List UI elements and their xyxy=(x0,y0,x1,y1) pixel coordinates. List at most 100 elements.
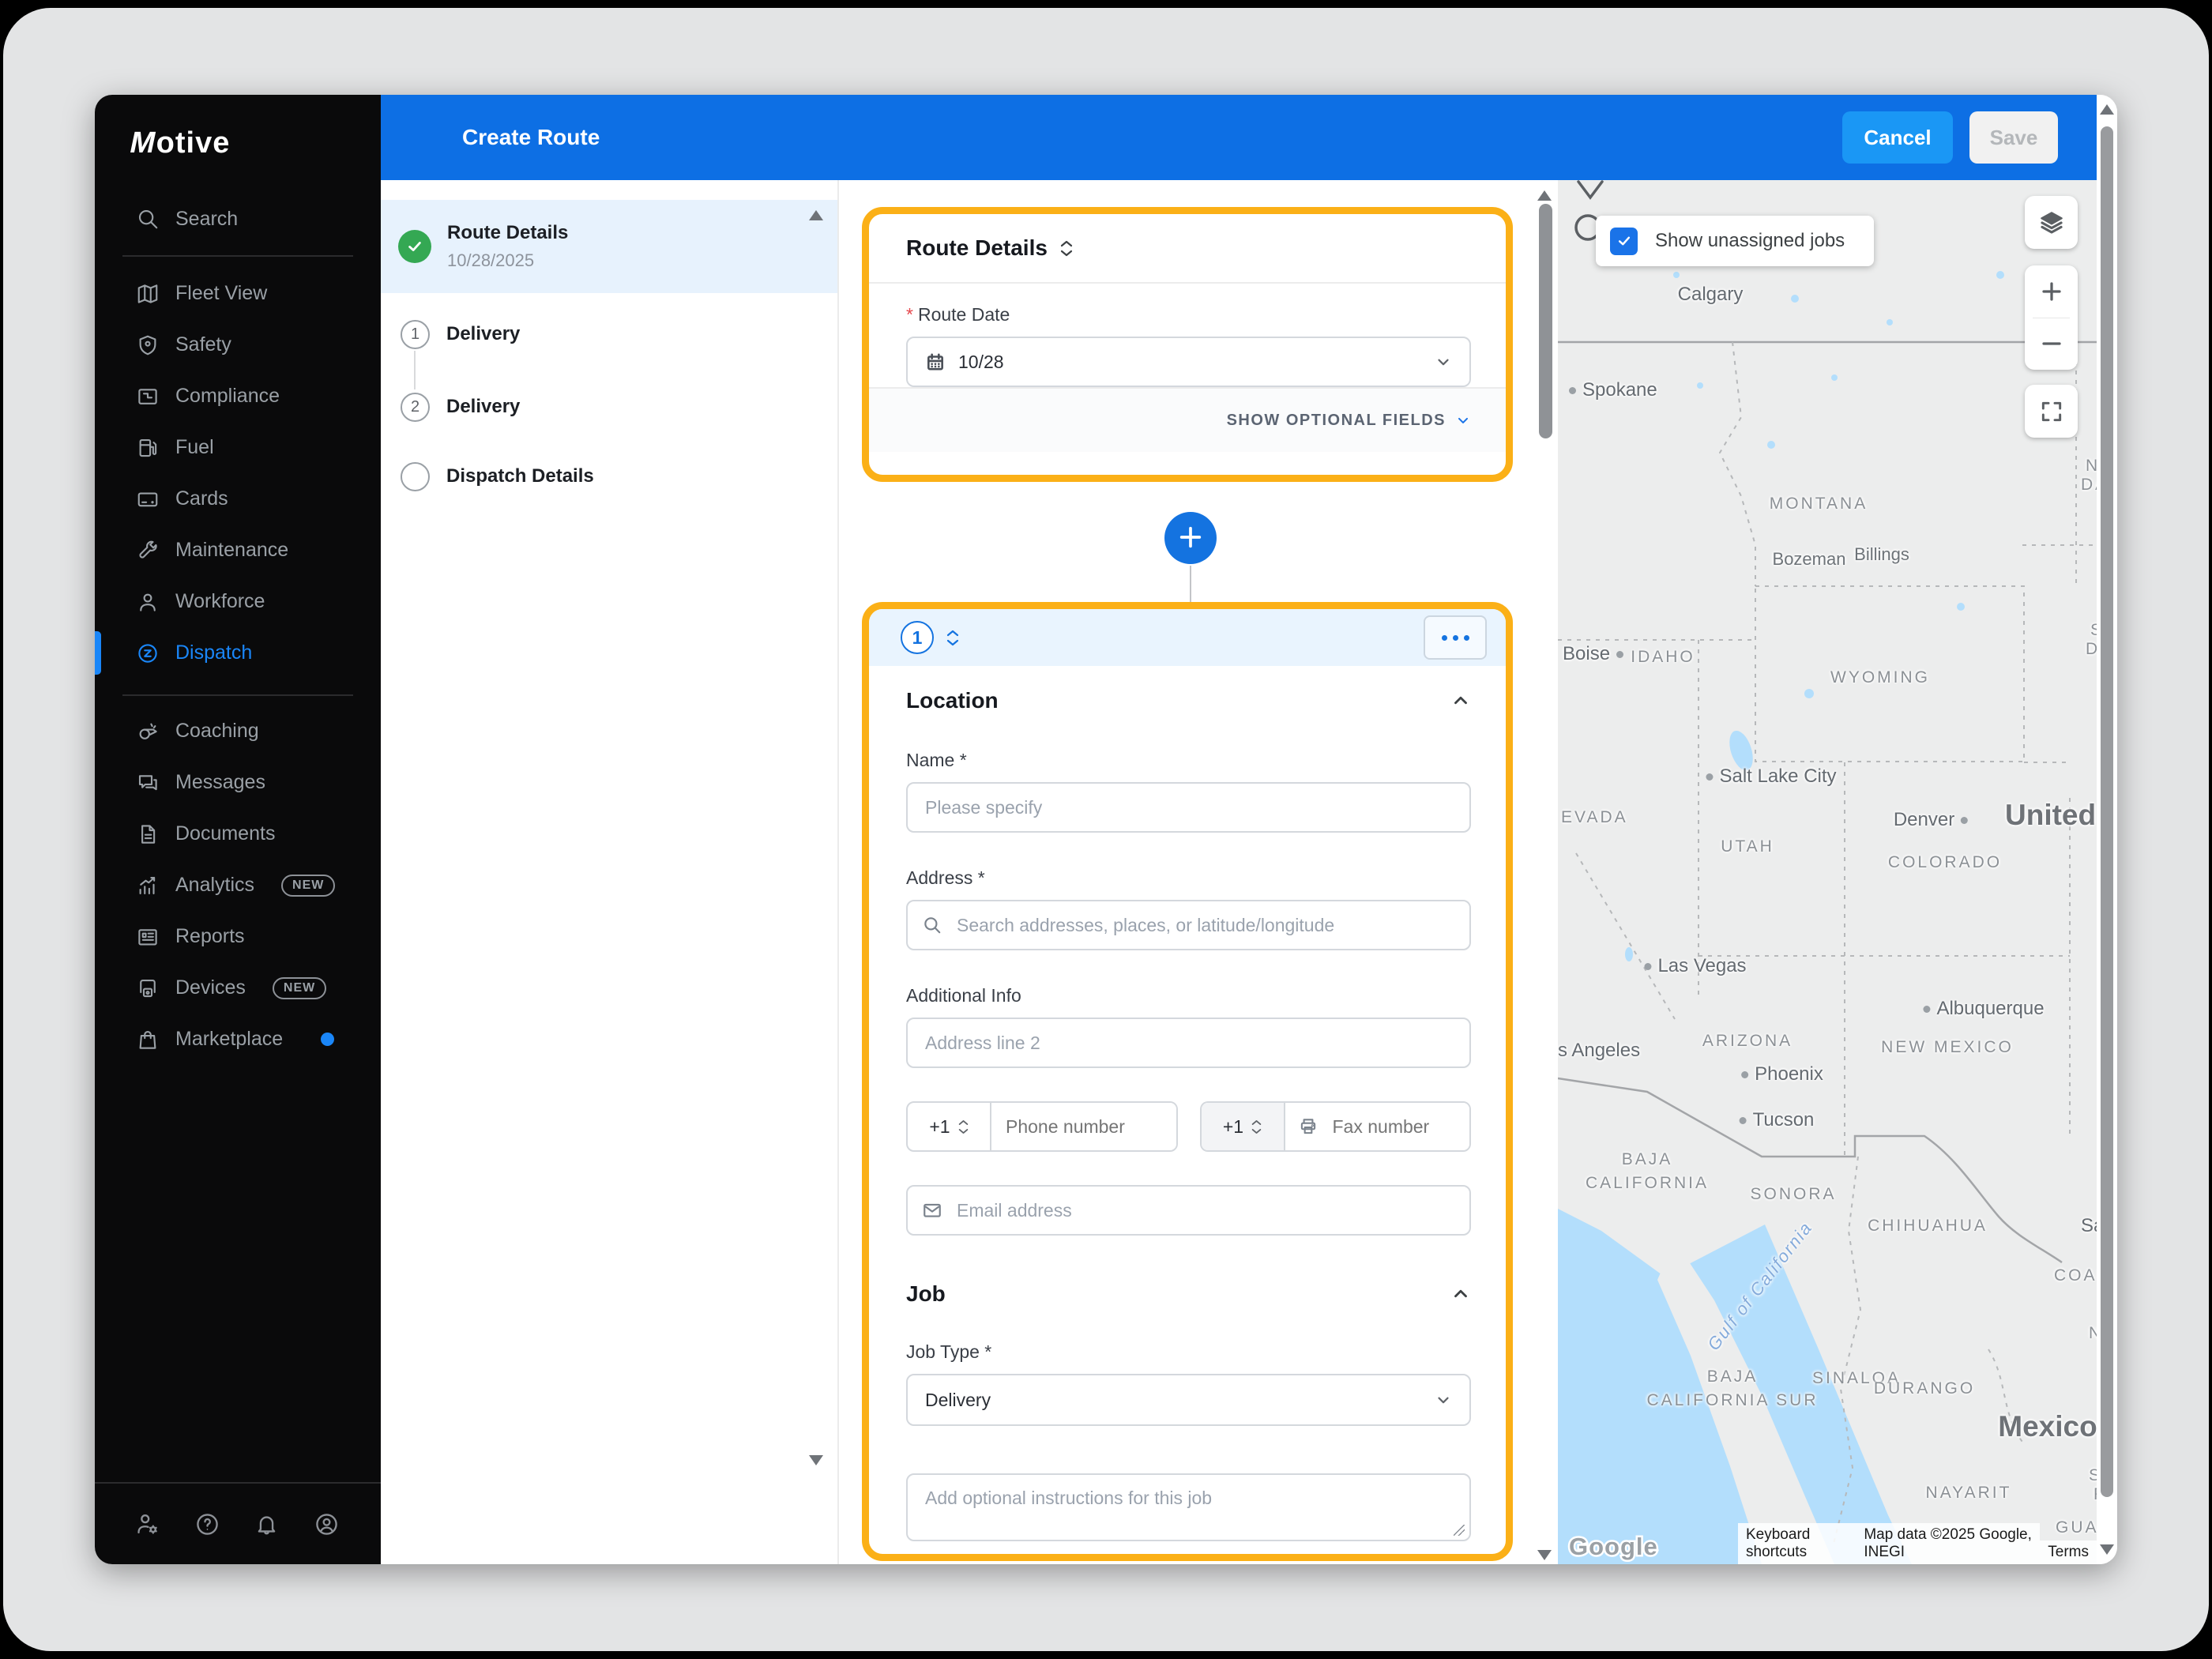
map-fullscreen-button[interactable] xyxy=(2025,385,2078,438)
sidebar-item-devices[interactable]: Devices NEW xyxy=(95,962,381,1014)
page-title: Create Route xyxy=(462,125,600,149)
bell-icon[interactable] xyxy=(254,1511,280,1537)
zoom-out-button[interactable] xyxy=(2025,318,2078,371)
help-icon[interactable] xyxy=(194,1511,220,1537)
step-delivery-2[interactable]: 2 Delivery xyxy=(381,379,837,434)
sidebar-item-safety[interactable]: Safety xyxy=(95,319,381,371)
chat-icon xyxy=(138,774,157,790)
terms-link[interactable]: Terms xyxy=(2040,1540,2097,1564)
search-icon xyxy=(138,209,158,229)
steps-scroll-up[interactable] xyxy=(809,210,823,220)
location-section-heading: Location xyxy=(906,688,999,713)
cancel-button[interactable]: Cancel xyxy=(1842,111,1953,164)
job-type-label: Job Type * xyxy=(906,1341,992,1362)
new-badge: NEW xyxy=(272,976,327,999)
fax-country-code-select[interactable]: +1 xyxy=(1201,1103,1285,1150)
keyboard-shortcuts-link[interactable]: Keyboard shortcuts xyxy=(1738,1523,1856,1564)
analytics-icon xyxy=(139,876,156,894)
phone-country-code-select[interactable]: +1 xyxy=(908,1103,991,1150)
form-scrollbar-thumb[interactable] xyxy=(1539,204,1552,438)
step-number: 2 xyxy=(401,392,430,422)
chevron-up-icon[interactable] xyxy=(1450,1284,1471,1304)
chevron-down-icon xyxy=(1438,359,1449,366)
stop-number-badge: 1 xyxy=(901,621,934,654)
checkbox-checked-icon[interactable] xyxy=(1610,227,1638,255)
step-route-details[interactable]: Route Details 10/28/2025 xyxy=(381,200,837,293)
sidebar-item-marketplace[interactable]: Marketplace xyxy=(95,1014,381,1065)
reorder-arrows-icon[interactable] xyxy=(946,630,959,646)
address-label: Address * xyxy=(906,867,985,888)
sidebar-search-label: Search xyxy=(175,207,239,230)
account-icon[interactable] xyxy=(314,1511,340,1537)
wrench-icon xyxy=(139,540,157,559)
map-label: GUANAJ xyxy=(2056,1518,2097,1537)
step-delivery-1[interactable]: 1 Delivery xyxy=(381,307,837,362)
map-label: United S xyxy=(2005,799,2097,831)
map-label: BAJA xyxy=(1706,1367,1759,1386)
map-canvas[interactable]: CalgarySpokaneMONTANABozemanBillingsNDAB… xyxy=(1558,180,2097,1564)
sidebar-item-dispatch[interactable]: Dispatch xyxy=(95,627,381,679)
step-dispatch-details[interactable]: Dispatch Details xyxy=(381,449,837,504)
window-scroll-down[interactable] xyxy=(2100,1544,2114,1555)
bag-icon xyxy=(139,1030,156,1049)
sidebar-item-coaching[interactable]: Coaching xyxy=(95,705,381,757)
map-label: WYOMING xyxy=(1830,668,1930,687)
job-instructions-textarea[interactable] xyxy=(906,1473,1471,1541)
form-scroll-down[interactable] xyxy=(1537,1550,1552,1560)
map-label: UTAH xyxy=(1721,837,1774,856)
sidebar-item-fuel[interactable]: Fuel xyxy=(95,422,381,473)
sidebar-item-analytics[interactable]: Analytics NEW xyxy=(95,860,381,911)
search-icon xyxy=(924,917,941,934)
address-search-input[interactable] xyxy=(906,900,1471,950)
stop-menu-button[interactable] xyxy=(1424,615,1487,660)
reorder-arrows-icon[interactable] xyxy=(1060,240,1073,257)
form-scroll-up[interactable] xyxy=(1537,190,1552,201)
device-icon xyxy=(140,979,156,997)
map-label: SONORA xyxy=(1750,1185,1837,1203)
stepper-arrows-icon xyxy=(958,1119,969,1134)
chevron-up-icon[interactable] xyxy=(1450,690,1471,711)
show-optional-fields-button[interactable]: SHOW OPTIONAL FIELDS xyxy=(869,387,1506,452)
sidebar-item-maintenance[interactable]: Maintenance xyxy=(95,525,381,576)
map-label: Calgary xyxy=(1677,284,1744,305)
save-button[interactable]: Save xyxy=(1969,111,2058,164)
sidebar: Motive Search Fleet View Safety Complian… xyxy=(95,95,381,1564)
admin-user-icon[interactable] xyxy=(134,1511,160,1537)
step-date: 10/28/2025 xyxy=(447,250,535,270)
job-type-value: Delivery xyxy=(925,1389,991,1410)
phone-field: +1 xyxy=(906,1101,1178,1152)
sidebar-item-cards[interactable]: Cards xyxy=(95,473,381,525)
steps-scroll-down[interactable] xyxy=(809,1455,823,1465)
sidebar-divider xyxy=(122,694,353,696)
map-layers-button[interactable] xyxy=(2025,196,2078,249)
window-scrollbar xyxy=(2097,95,2117,1564)
step-title: Route Details xyxy=(447,222,569,243)
map-label: N xyxy=(2086,457,2097,475)
check-icon xyxy=(398,230,431,263)
sidebar-item-workforce[interactable]: Workforce xyxy=(95,576,381,627)
add-stop-button[interactable] xyxy=(1164,512,1217,564)
sidebar-search[interactable]: Search xyxy=(95,195,381,243)
sidebar-divider xyxy=(122,255,353,257)
sidebar-item-fleet-view[interactable]: Fleet View xyxy=(95,268,381,319)
address-line-2-input[interactable] xyxy=(906,1018,1471,1068)
sidebar-item-documents[interactable]: Documents xyxy=(95,808,381,860)
zoom-in-button[interactable] xyxy=(2025,265,2078,318)
sidebar-item-messages[interactable]: Messages xyxy=(95,757,381,808)
map-label: Bozeman xyxy=(1772,549,1846,569)
route-date-label: * Route Date xyxy=(906,304,1010,325)
job-type-select[interactable]: Delivery xyxy=(906,1374,1471,1426)
map-label: Mexico xyxy=(1998,1410,2097,1443)
map-label: DA xyxy=(2086,640,2097,658)
phone-number-input[interactable] xyxy=(991,1103,1176,1150)
route-date-field[interactable]: 10/28 xyxy=(906,337,1471,387)
name-input[interactable] xyxy=(906,782,1471,833)
fax-number-input[interactable] xyxy=(1318,1103,1469,1150)
email-input[interactable] xyxy=(906,1185,1471,1236)
resize-grip[interactable] xyxy=(1454,1525,1465,1536)
sidebar-item-compliance[interactable]: Compliance xyxy=(95,371,381,422)
window-scrollbar-thumb[interactable] xyxy=(2101,126,2113,1497)
show-unassigned-jobs-toggle[interactable]: Show unassigned jobs xyxy=(1596,216,1874,266)
sidebar-item-reports[interactable]: Reports xyxy=(95,911,381,962)
window-scroll-up[interactable] xyxy=(2100,104,2114,115)
